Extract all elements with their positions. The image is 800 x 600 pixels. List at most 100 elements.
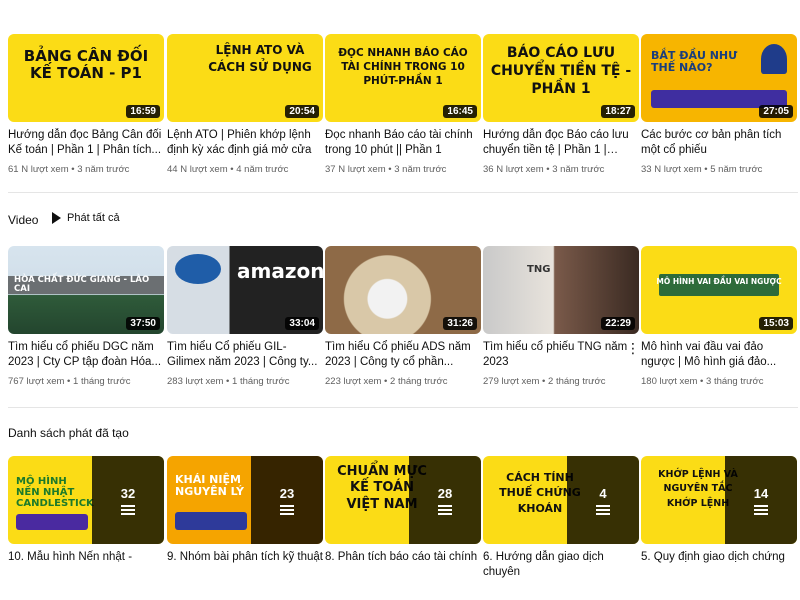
playlist-card[interactable]: KHÁI NIỆM NGUYÊN LÝ 23 9. Nhóm bài phân …	[167, 456, 323, 580]
thumbnail-text: HÒA CHẤT ĐỨC GIANG - LÀO CAI	[14, 275, 150, 295]
video-title[interactable]: Đọc nhanh Báo cáo tài chính trong 10 phú…	[325, 128, 481, 158]
video-row-top: BẢNG CÂN ĐỐI KẾ TOÁN - P1 16:59 Hướng dẫ…	[8, 34, 798, 175]
playlist-card[interactable]: KHỚP LỆNH VÀ NGUYÊN TẮC KHỚP LỆNH 14 5. …	[641, 456, 797, 580]
video-title[interactable]: Lệnh ATO | Phiên khớp lệnh định kỳ xác đ…	[167, 128, 323, 158]
play-all-button[interactable]: Phát tất cả	[52, 212, 120, 224]
playlist-icon	[280, 504, 294, 515]
playlist-card[interactable]: MÔ HÌNH NẾN NHẬT CANDLESTICK 32 10. Mẫu …	[8, 456, 164, 580]
playlist-icon	[438, 504, 452, 515]
video-meta: 61 N lượt xem • 3 năm trước	[8, 164, 130, 175]
video-card[interactable]: BẢNG CÂN ĐỐI KẾ TOÁN - P1 16:59 Hướng dẫ…	[8, 34, 164, 175]
duration-badge: 20:54	[285, 105, 319, 118]
video-meta: 223 lượt xem • 2 tháng trước	[325, 376, 448, 387]
video-title[interactable]: Hướng dẫn đọc Báo cáo lưu chuyển tiền tệ…	[483, 128, 639, 158]
duration-badge: 16:59	[126, 105, 160, 118]
thumbnail-text: KHÁI NIỆM NGUYÊN LÝ	[175, 473, 244, 499]
playlist-title[interactable]: 6. Hướng dẫn giao dịch chuyên	[483, 550, 639, 580]
thumbnail-text: BẢNG CÂN ĐỐI KẾ TOÁN - P1	[23, 47, 149, 82]
thumbnail-text: MÔ HÌNH NẾN NHẬT CANDLESTICK	[16, 476, 94, 509]
playlist-count: 23	[279, 485, 295, 501]
playlist-title[interactable]: 10. Mẫu hình Nến nhật -	[8, 550, 164, 580]
playlist-overlay: 28	[409, 456, 481, 544]
video-meta: 36 N lượt xem • 3 năm trước	[483, 164, 605, 175]
video-title[interactable]: Tìm hiểu Cổ phiếu GIL- Gilimex năm 2023 …	[167, 340, 323, 370]
video-title[interactable]: Tìm hiểu Cổ phiếu ADS năm 2023 | Công ty…	[325, 340, 481, 370]
duration-badge: 22:29	[601, 317, 635, 330]
video-card[interactable]: 31:26 Tìm hiểu Cổ phiếu ADS năm 2023 | C…	[325, 246, 481, 387]
duration-badge: 15:03	[759, 317, 793, 330]
playlist-count: 28	[437, 485, 453, 501]
playlist-count: 14	[753, 485, 769, 501]
gilimex-logo	[175, 254, 221, 284]
video-meta: 44 N lượt xem • 4 năm trước	[167, 164, 289, 175]
playlist-thumbnail[interactable]: MÔ HÌNH NẾN NHẬT CANDLESTICK 32	[8, 456, 164, 544]
video-card[interactable]: LỆNH ATO VÀ CÁCH SỬ DỤNG 20:54 Lệnh ATO …	[167, 34, 323, 175]
playlist-title[interactable]: 5. Quy định giao dịch chứng	[641, 550, 797, 580]
playlist-count: 32	[120, 485, 136, 501]
video-title[interactable]: Tìm hiểu cổ phiếu TNG năm 2023	[483, 340, 639, 370]
section-divider	[8, 407, 798, 408]
section-title-playlists: Danh sách phát đã tạo	[8, 426, 129, 440]
playlist-card[interactable]: CHUẨN MỰC KẾ TOÁN VIỆT NAM 28 8. Phân tí…	[325, 456, 481, 580]
more-options-icon[interactable]: ⋮	[626, 340, 796, 357]
video-meta: 180 lượt xem • 3 tháng trước	[641, 376, 764, 387]
play-all-label: Phát tất cả	[67, 212, 120, 224]
playlist-card[interactable]: CÁCH TÍNH THUẾ CHỨNG KHOÁN 4 6. Hướng dẫ…	[483, 456, 639, 580]
playlist-title[interactable]: 8. Phân tích báo cáo tài chính	[325, 550, 481, 580]
video-thumbnail[interactable]: HÒA CHẤT ĐỨC GIANG - LÀO CAI 37:50	[8, 246, 164, 334]
video-thumbnail[interactable]: ĐỌC NHANH BÁO CÁO TÀI CHÍNH TRONG 10 PHÚ…	[325, 34, 481, 122]
video-thumbnail[interactable]: amazon 33:04	[167, 246, 323, 334]
video-card[interactable]: TNG 22:29 Tìm hiểu cổ phiếu TNG năm 2023…	[483, 246, 639, 387]
thumbnail-text: BẮT ĐẦU NHƯ THẾ NÀO?	[651, 49, 738, 75]
play-icon	[52, 212, 61, 224]
playlist-thumbnail[interactable]: KHÁI NIỆM NGUYÊN LÝ 23	[167, 456, 323, 544]
playlist-title[interactable]: 9. Nhóm bài phân tích kỹ thuật	[167, 550, 323, 580]
video-thumbnail[interactable]: LỆNH ATO VÀ CÁCH SỬ DỤNG 20:54	[167, 34, 323, 122]
thumbnail-text: TNG	[527, 264, 551, 275]
video-card[interactable]: MÔ HÌNH VAI ĐẦU VAI NGƯỢC 15:03 Mô hình …	[641, 246, 797, 387]
candlestick-chart	[16, 514, 88, 530]
video-thumbnail[interactable]: BẢNG CÂN ĐỐI KẾ TOÁN - P1 16:59	[8, 34, 164, 122]
video-card[interactable]: BÁO CÁO LƯU CHUYỂN TIỀN TỆ - PHẦN 1 18:2…	[483, 34, 639, 175]
playlist-thumbnail[interactable]: CÁCH TÍNH THUẾ CHỨNG KHOÁN 4	[483, 456, 639, 544]
video-card[interactable]: BẮT ĐẦU NHƯ THẾ NÀO? 27:05 Các bước cơ b…	[641, 34, 797, 175]
video-meta: 33 N lượt xem • 5 năm trước	[641, 164, 763, 175]
playlist-overlay: 4	[567, 456, 639, 544]
video-title[interactable]: Các bước cơ bản phân tích một cổ phiếu	[641, 128, 797, 158]
playlist-overlay: 23	[251, 456, 323, 544]
video-card[interactable]: amazon 33:04 Tìm hiểu Cổ phiếu GIL- Gili…	[167, 246, 323, 387]
section-title-video: Video	[8, 213, 39, 227]
duration-badge: 37:50	[126, 317, 160, 330]
playlist-icon	[121, 504, 135, 515]
video-meta: 37 N lượt xem • 3 năm trước	[325, 164, 447, 175]
video-thumbnail[interactable]: BẮT ĐẦU NHƯ THẾ NÀO? 27:05	[641, 34, 797, 122]
palm-icon	[761, 44, 787, 74]
thumbnail-text: ĐỌC NHANH BÁO CÁO TÀI CHÍNH TRONG 10 PHÚ…	[338, 47, 468, 88]
thumbnail-text: amazon	[237, 259, 323, 283]
subtitle-banner	[175, 512, 247, 530]
playlist-overlay: 14	[725, 456, 797, 544]
video-row-recent: HÒA CHẤT ĐỨC GIANG - LÀO CAI 37:50 Tìm h…	[8, 246, 798, 387]
playlist-overlay: 32	[92, 456, 164, 544]
video-thumbnail[interactable]: TNG 22:29	[483, 246, 639, 334]
playlist-icon	[596, 504, 610, 515]
thumbnail-text: BÁO CÁO LƯU CHUYỂN TIỀN TỆ - PHẦN 1	[490, 45, 632, 98]
video-title[interactable]: Hướng dẫn đọc Bảng Cân đối Kế toán | Phầ…	[8, 128, 164, 158]
playlist-icon	[754, 504, 768, 515]
video-card[interactable]: HÒA CHẤT ĐỨC GIANG - LÀO CAI 37:50 Tìm h…	[8, 246, 164, 387]
duration-badge: 33:04	[285, 317, 319, 330]
video-title[interactable]: Tìm hiểu cổ phiếu DGC năm 2023 | Cty CP …	[8, 340, 164, 370]
video-thumbnail[interactable]: MÔ HÌNH VAI ĐẦU VAI NGƯỢC 15:03	[641, 246, 797, 334]
playlist-thumbnail[interactable]: CHUẨN MỰC KẾ TOÁN VIỆT NAM 28	[325, 456, 481, 544]
playlist-row: MÔ HÌNH NẾN NHẬT CANDLESTICK 32 10. Mẫu …	[8, 456, 798, 596]
duration-badge: 18:27	[601, 105, 635, 118]
duration-badge: 27:05	[759, 105, 793, 118]
playlist-thumbnail[interactable]: KHỚP LỆNH VÀ NGUYÊN TẮC KHỚP LỆNH 14	[641, 456, 797, 544]
thumbnail-text: MÔ HÌNH VAI ĐẦU VAI NGƯỢC	[656, 277, 782, 286]
video-thumbnail[interactable]: 31:26	[325, 246, 481, 334]
video-meta: 283 lượt xem • 1 tháng trước	[167, 376, 290, 387]
playlist-count: 4	[599, 485, 607, 501]
video-card[interactable]: ĐỌC NHANH BÁO CÁO TÀI CHÍNH TRONG 10 PHÚ…	[325, 34, 481, 175]
thumbnail-text: LỆNH ATO VÀ CÁCH SỬ DỤNG	[208, 43, 312, 74]
video-thumbnail[interactable]: BÁO CÁO LƯU CHUYỂN TIỀN TỆ - PHẦN 1 18:2…	[483, 34, 639, 122]
